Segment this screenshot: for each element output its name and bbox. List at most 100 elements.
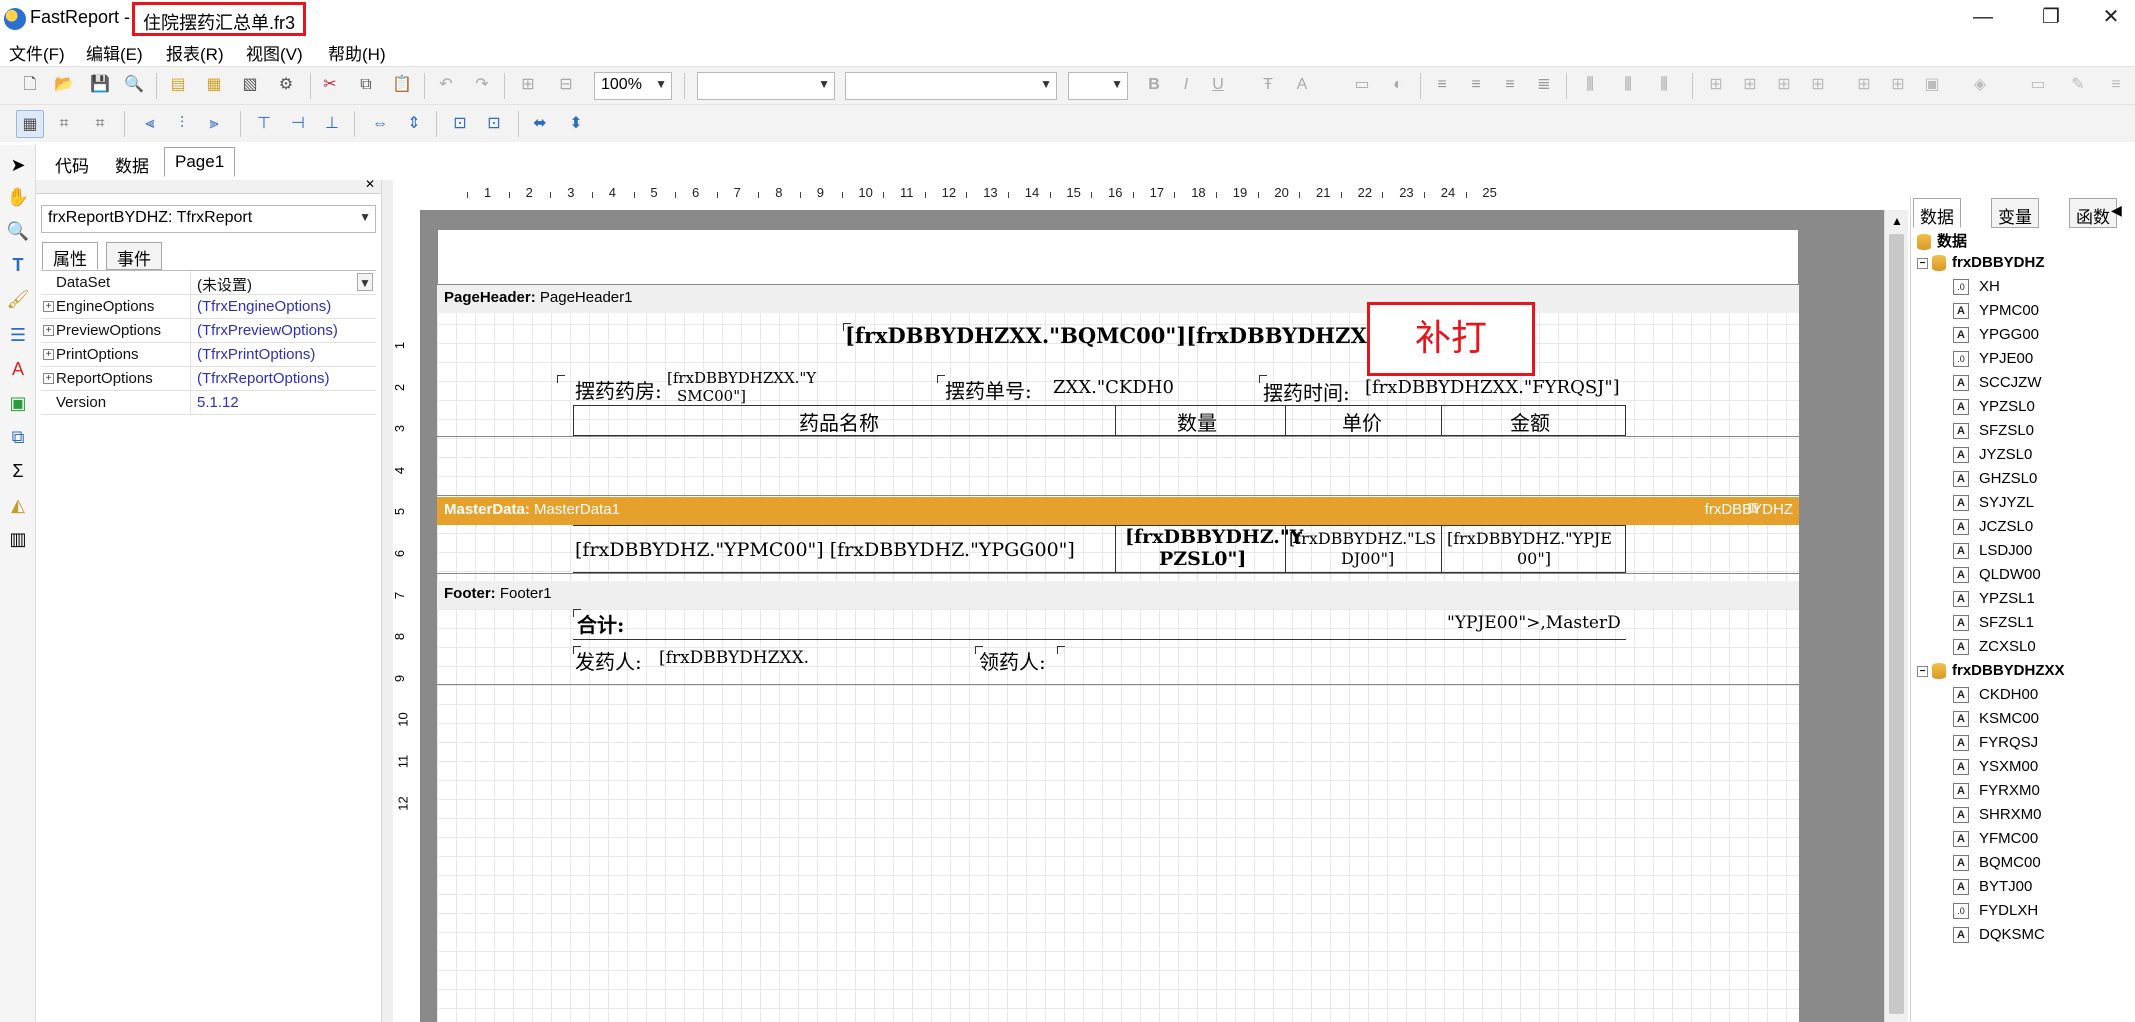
tree-field[interactable]: A YPZSL1: [1953, 590, 2035, 614]
align-middles-icon[interactable]: ⊣: [284, 110, 312, 138]
insert-band-icon[interactable]: ☰: [6, 323, 30, 347]
total-field[interactable]: "YPJE00">,MasterD: [1447, 613, 1621, 633]
row-drug-name-spec-field[interactable]: [frxDBBYDHZ."YPMC00"] [frxDBBYDHZ."YPGG0…: [575, 539, 1075, 561]
rotation-icon[interactable]: ◐: [1384, 71, 1412, 99]
open-icon[interactable]: 📂: [50, 71, 78, 99]
tree-field[interactable]: A YPMC00: [1953, 302, 2039, 326]
tree-field[interactable]: A SHRXM0: [1953, 806, 2042, 830]
tab-data-tree[interactable]: 数据: [1913, 198, 1961, 228]
collapse-icon[interactable]: −: [1917, 257, 1928, 269]
tree-field[interactable]: A JCZSL0: [1953, 518, 2033, 542]
underline-icon[interactable]: U: [1204, 71, 1232, 99]
design-vertical-scrollbar[interactable]: ▲: [1884, 210, 1908, 1022]
tree-field[interactable]: A YPGG00: [1953, 326, 2039, 350]
property-value[interactable]: (TfrxPreviewOptions): [193, 319, 376, 343]
align-to-grid-icon[interactable]: ⌗: [50, 110, 78, 138]
restore-button[interactable]: ❐: [2022, 0, 2080, 36]
save-icon[interactable]: 💾: [86, 71, 114, 99]
highlight-icon[interactable]: ▭: [1348, 71, 1376, 99]
picture-object-icon[interactable]: ▣: [6, 391, 30, 415]
align-left-icon[interactable]: ≡: [1428, 71, 1456, 99]
report-page[interactable]: PageHeader: PageHeader1 [frxDBBYDHZXX."B…: [437, 229, 1799, 1022]
tree-field[interactable]: A SFZSL0: [1953, 422, 2034, 446]
tree-field[interactable]: A FYRQSJ: [1953, 734, 2038, 758]
text-object-icon[interactable]: A: [6, 357, 30, 381]
property-row[interactable]: + ReportOptions (TfrxReportOptions): [41, 367, 376, 391]
order-no-field[interactable]: ZXX."CKDH0: [1053, 377, 1174, 398]
property-row[interactable]: + EngineOptions (TfrxEngineOptions): [41, 295, 376, 319]
collapse-icon[interactable]: −: [1917, 665, 1928, 677]
col-header-amount[interactable]: 金额: [1510, 407, 1550, 436]
expand-icon[interactable]: +: [43, 349, 54, 360]
tree-field[interactable]: A QLDW00: [1953, 566, 2041, 590]
font-name-combo[interactable]: ▼: [845, 72, 1057, 100]
row-amount-field[interactable]: [frxDBBYDHZ."YPJE: [1447, 529, 1612, 548]
zoom-combo[interactable]: 100% ▼: [594, 72, 672, 100]
pharmacy-label[interactable]: 摆药药房:: [575, 375, 662, 404]
new-report-icon[interactable]: 🗋: [16, 71, 44, 99]
valign-top-icon[interactable]: ⫼: [1576, 71, 1604, 99]
expand-icon[interactable]: +: [43, 301, 54, 312]
col-header-unit-price[interactable]: 单价: [1342, 407, 1382, 436]
property-value[interactable]: (未设置) ▼: [193, 271, 376, 295]
reprint-label[interactable]: 补打: [1367, 302, 1535, 376]
frame-top-icon[interactable]: ⊞: [1702, 71, 1730, 99]
receiver-label[interactable]: 领药人:: [979, 646, 1046, 675]
tree-dataset[interactable]: − frxDBBYDHZ: [1917, 254, 2045, 278]
preview-icon[interactable]: 🔍: [120, 71, 148, 99]
menu-view[interactable]: 视图(V): [246, 40, 303, 65]
report-title-field[interactable]: [frxDBBYDHZXX."BQMC00"][frxDBBYDHZXX."BY: [845, 323, 1434, 348]
property-row[interactable]: + PrintOptions (TfrxPrintOptions): [41, 343, 376, 367]
new-dialog-icon[interactable]: ▦: [200, 71, 228, 99]
same-height-icon[interactable]: ⬍: [562, 110, 590, 138]
center-vertically-icon[interactable]: ⊡: [480, 110, 508, 138]
tree-field[interactable]: A GHZSL0: [1953, 470, 2037, 494]
tree-field[interactable]: A SCCJZW: [1953, 374, 2042, 398]
font-size-combo[interactable]: ▼: [1068, 72, 1128, 100]
tree-field[interactable]: A YPZSL0: [1953, 398, 2035, 422]
minimize-button[interactable]: —: [1954, 0, 2012, 36]
scrollbar-thumb[interactable]: [1889, 234, 1904, 1014]
tree-field[interactable]: A YSXM00: [1953, 758, 2038, 782]
scroll-left-icon[interactable]: ◀: [2111, 202, 2122, 219]
scroll-up-icon[interactable]: ▲: [1891, 214, 1903, 228]
tab-page1[interactable]: Page1: [164, 147, 236, 177]
order-no-label[interactable]: 摆药单号:: [945, 375, 1032, 404]
close-button[interactable]: ✕: [2082, 0, 2135, 36]
footer-band-title[interactable]: Footer: Footer1: [437, 581, 1799, 609]
tree-field[interactable]: A BQMC00: [1953, 854, 2041, 878]
tree-field[interactable]: .0 YPJE00: [1953, 350, 2033, 374]
bold-icon[interactable]: B: [1140, 71, 1168, 99]
tree-field[interactable]: A ZCXSL0: [1953, 638, 2036, 662]
tree-field[interactable]: A BYTJ00: [1953, 878, 2032, 902]
style-combo[interactable]: ▼: [697, 72, 835, 100]
align-right-icon[interactable]: ≡: [1496, 71, 1524, 99]
tree-field[interactable]: A SYJYZL: [1953, 494, 2034, 518]
subreport-icon[interactable]: ⧉: [6, 425, 30, 449]
valign-middle-icon[interactable]: ⫼: [1614, 71, 1642, 99]
tree-field[interactable]: .0 XH: [1953, 278, 2000, 302]
dispenser-field[interactable]: [frxDBBYDHZXX.: [659, 648, 809, 668]
barcode-icon[interactable]: ▥: [6, 527, 30, 551]
frame-color-icon[interactable]: ▭: [2024, 71, 2052, 99]
property-row[interactable]: DataSet (未设置) ▼: [41, 271, 376, 295]
frame-right-icon[interactable]: ⊞: [1804, 71, 1832, 99]
frame-style-icon[interactable]: ✎: [2064, 71, 2092, 99]
tree-field[interactable]: A FYRXM0: [1953, 782, 2040, 806]
fit-to-grid-icon[interactable]: ⌗: [86, 110, 114, 138]
page-header-band-title[interactable]: PageHeader: PageHeader1: [437, 285, 1799, 313]
menu-report[interactable]: 报表(R): [166, 40, 224, 65]
justify-icon[interactable]: ≣: [1530, 71, 1558, 99]
show-grid-icon[interactable]: ▦: [16, 110, 44, 138]
align-tops-icon[interactable]: ⊤: [250, 110, 278, 138]
fill-color-icon[interactable]: ◈: [1966, 71, 1994, 99]
menu-file[interactable]: 文件(F): [9, 40, 65, 65]
col-header-drug-name[interactable]: 药品名称: [799, 407, 879, 436]
space-horizontally-icon[interactable]: ⇔: [366, 110, 394, 138]
row-quantity-field[interactable]: [frxDBBYDHZ."Y: [1125, 526, 1303, 548]
property-row[interactable]: + PreviewOptions (TfrxPreviewOptions): [41, 319, 376, 343]
tree-field[interactable]: A JYZSL0: [1953, 446, 2032, 470]
tree-field[interactable]: A YFMC00: [1953, 830, 2038, 854]
space-vertically-icon[interactable]: ⇕: [400, 110, 428, 138]
tree-field[interactable]: A CKDH00: [1953, 686, 2038, 710]
